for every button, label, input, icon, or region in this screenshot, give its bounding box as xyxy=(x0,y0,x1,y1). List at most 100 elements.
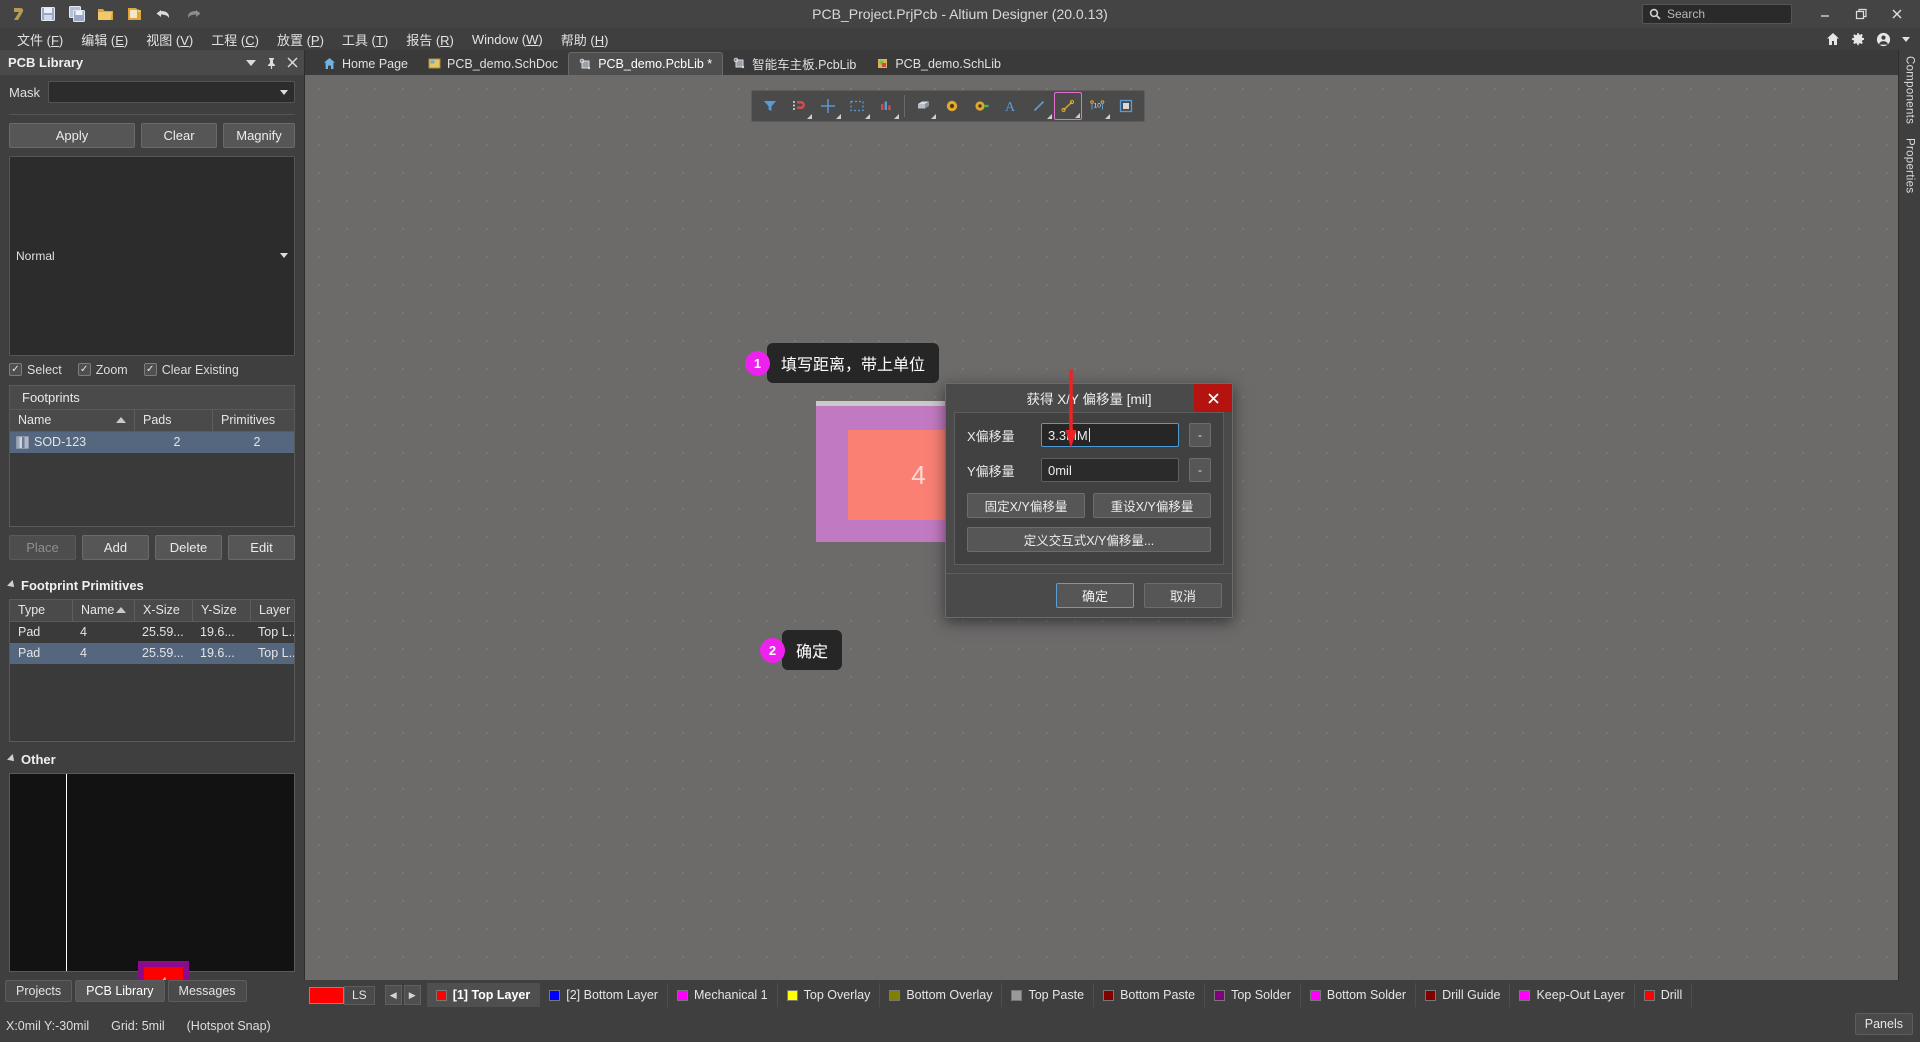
tab-home-page[interactable]: Home Page xyxy=(313,52,418,75)
magnet-snap-icon[interactable] xyxy=(785,92,813,120)
y-offset-spinner[interactable]: - xyxy=(1189,458,1211,482)
fix-xy-offset-button[interactable]: 固定X/Y偏移量 xyxy=(967,493,1085,518)
dialog-close-button[interactable] xyxy=(1194,384,1232,412)
layer-tab-drill-guide[interactable]: Drill Guide xyxy=(1416,983,1511,1007)
mode-combo[interactable]: Normal xyxy=(9,156,295,356)
component-body-icon[interactable] xyxy=(872,92,900,120)
chevron-down-icon[interactable] xyxy=(246,59,256,66)
filter-icon[interactable] xyxy=(756,92,784,120)
altium-logo-icon[interactable] xyxy=(6,2,31,26)
layer-tab-bottom-layer[interactable]: [2] Bottom Layer xyxy=(540,983,668,1007)
col-xsize[interactable]: X-Size xyxy=(134,599,192,621)
redo-icon[interactable] xyxy=(180,2,205,26)
save-all-icon[interactable] xyxy=(64,2,89,26)
col-type[interactable]: Type xyxy=(10,600,72,621)
menu-tools[interactable]: 工具 (T) xyxy=(333,28,397,51)
table-row[interactable]: Pad 4 25.59... 19.6... Top L... xyxy=(10,642,294,664)
account-icon[interactable] xyxy=(1876,32,1891,47)
footprint-primitives-header[interactable]: Footprint Primitives xyxy=(7,578,295,593)
tab-smart-car-mainboard-pcblib[interactable]: 智能车主板.PcbLib xyxy=(723,52,866,75)
layer-tab-bottom-paste[interactable]: Bottom Paste xyxy=(1094,983,1206,1007)
checkbox-zoom[interactable]: ✓ Zoom xyxy=(77,363,128,377)
checkbox-clear-existing[interactable]: ✓ Clear Existing xyxy=(143,363,239,377)
text-string-icon[interactable]: A xyxy=(996,92,1024,120)
layer-tab-top-paste[interactable]: Top Paste xyxy=(1002,983,1095,1007)
footprints-table[interactable]: Name Pads Primitives SOD-123 2 2 xyxy=(9,408,295,527)
ic-package-icon[interactable] xyxy=(909,92,937,120)
table-row[interactable]: SOD-123 2 2 xyxy=(10,431,294,453)
pad-icon[interactable] xyxy=(938,92,966,120)
panels-button[interactable]: Panels xyxy=(1854,1013,1913,1035)
layer-selector[interactable]: LS xyxy=(309,985,381,1005)
polygon-pour-icon[interactable] xyxy=(1112,92,1140,120)
layer-prev-button[interactable]: ◀ xyxy=(384,985,402,1005)
col-prim-name[interactable]: Name xyxy=(72,599,134,621)
define-interactive-xy-offset-button[interactable]: 定义交互式X/Y偏移量... xyxy=(967,527,1211,552)
pin-icon[interactable] xyxy=(266,57,277,69)
close-button[interactable] xyxy=(1880,1,1914,27)
panel-tab-projects[interactable]: Projects xyxy=(5,980,73,1002)
tab-pcb-demo-schdoc[interactable]: PCB_demo.SchDoc xyxy=(418,52,568,75)
pcb-canvas[interactable]: A 10 4 获得 X/Y 偏移量 [mil] X偏移量 - Y偏移量 0mil… xyxy=(305,75,1898,980)
panel-tab-messages[interactable]: Messages xyxy=(167,980,247,1002)
minimize-button[interactable] xyxy=(1808,1,1842,27)
table-row[interactable]: Pad 4 25.59... 19.6... Top L... xyxy=(10,622,294,643)
close-icon[interactable] xyxy=(287,57,298,68)
menu-file[interactable]: 文件 (F) xyxy=(8,28,72,51)
menu-place[interactable]: 放置 (P) xyxy=(268,28,333,51)
clear-button[interactable]: Clear xyxy=(141,123,217,148)
panel-tab-pcb-library[interactable]: PCB Library xyxy=(75,980,165,1002)
menu-view[interactable]: 视图 (V) xyxy=(137,28,202,51)
footprint-preview[interactable]: 4 xyxy=(9,772,295,980)
col-name[interactable]: Name xyxy=(10,410,134,431)
via-icon[interactable] xyxy=(967,92,995,120)
x-offset-input[interactable]: 3.3MM xyxy=(1041,423,1179,447)
edit-button[interactable]: Edit xyxy=(228,534,295,560)
y-offset-input[interactable]: 0mil xyxy=(1041,458,1179,482)
menu-reports[interactable]: 报告 (R) xyxy=(397,28,463,51)
tab-pcb-demo-pcblib[interactable]: PCB_demo.PcbLib * xyxy=(568,52,724,75)
menu-project[interactable]: 工程 (C) xyxy=(202,28,268,51)
open-folder-icon[interactable] xyxy=(93,2,118,26)
layer-tab-top-layer[interactable]: [1] Top Layer xyxy=(426,983,541,1007)
tab-pcb-demo-schlib[interactable]: PCB_demo.SchLib xyxy=(866,52,1011,75)
mask-combo[interactable] xyxy=(48,81,295,103)
reset-xy-offset-button[interactable]: 重设X/Y偏移量 xyxy=(1093,493,1211,518)
restore-button[interactable] xyxy=(1844,1,1878,27)
open-project-icon[interactable] xyxy=(122,2,147,26)
dock-tab-properties[interactable]: Properties xyxy=(1904,138,1916,193)
checkbox-select[interactable]: ✓ Select xyxy=(9,363,62,377)
layer-tab-drill[interactable]: Drill xyxy=(1635,983,1693,1007)
magnify-button[interactable]: Magnify xyxy=(223,123,295,148)
line-icon[interactable] xyxy=(1025,92,1053,120)
col-pads[interactable]: Pads xyxy=(134,409,212,431)
menu-help[interactable]: 帮助 (H) xyxy=(552,28,618,51)
col-ysize[interactable]: Y-Size xyxy=(192,599,250,621)
layer-tab-top-overlay[interactable]: Top Overlay xyxy=(778,983,881,1007)
place-button[interactable]: Place xyxy=(9,534,76,560)
layer-tab-bottom-overlay[interactable]: Bottom Overlay xyxy=(880,983,1003,1007)
menu-window[interactable]: Window (W) xyxy=(463,30,552,49)
add-button[interactable]: Add xyxy=(82,534,149,560)
apply-button[interactable]: Apply xyxy=(9,123,135,148)
undo-icon[interactable] xyxy=(151,2,176,26)
layer-next-button[interactable]: ▶ xyxy=(403,985,421,1005)
layer-tab-mechanical-1[interactable]: Mechanical 1 xyxy=(668,983,778,1007)
save-icon[interactable] xyxy=(35,2,60,26)
primitives-table[interactable]: Type Name X-Size Y-Size Layer Pad 4 25.5… xyxy=(9,598,295,742)
layer-tab-keep-out-layer[interactable]: Keep-Out Layer xyxy=(1510,983,1635,1007)
gear-icon[interactable] xyxy=(1851,32,1865,46)
delete-button[interactable]: Delete xyxy=(155,534,222,560)
layer-tab-bottom-solder[interactable]: Bottom Solder xyxy=(1301,983,1417,1007)
home-icon[interactable] xyxy=(1826,32,1840,46)
cancel-button[interactable]: 取消 xyxy=(1144,583,1222,608)
dimension-icon[interactable] xyxy=(1054,92,1082,120)
chevron-down-icon[interactable] xyxy=(1902,36,1910,42)
layer-tab-top-solder[interactable]: Top Solder xyxy=(1205,983,1301,1007)
col-layer[interactable]: Layer xyxy=(250,599,294,621)
select-region-icon[interactable] xyxy=(843,92,871,120)
ok-button[interactable]: 确定 xyxy=(1056,583,1134,608)
x-offset-spinner[interactable]: - xyxy=(1189,423,1211,447)
other-section-header[interactable]: Other xyxy=(7,752,295,767)
dock-tab-components[interactable]: Components xyxy=(1904,56,1916,124)
